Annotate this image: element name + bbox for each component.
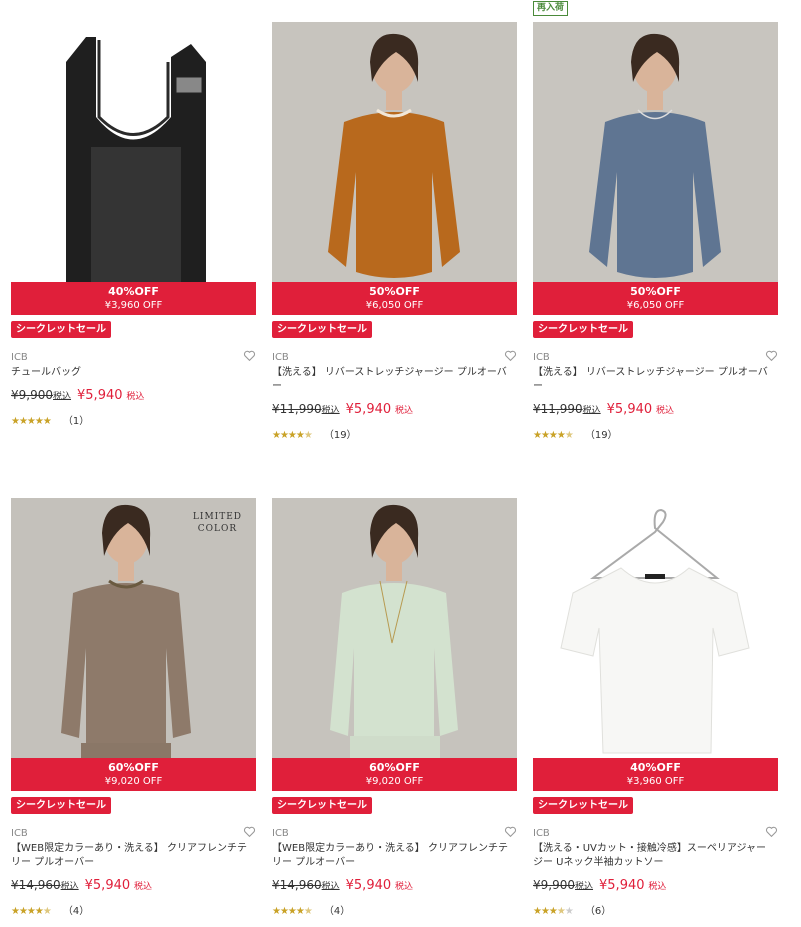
restock-badge: 再入荷 xyxy=(533,1,569,16)
rating: ★★★★★ （6） xyxy=(533,902,611,917)
review-count: （4） xyxy=(62,906,90,917)
brand-name[interactable]: ICB xyxy=(272,828,289,839)
product-image[interactable]: 40%OFF ¥3,960 OFF xyxy=(533,498,778,791)
sale-price: ¥5,940 xyxy=(345,402,392,417)
product-name[interactable]: 【WEB限定カラーあり・洗える】 クリアフレンチテリー プルオーバー xyxy=(272,842,512,870)
discount-percent: 60%OFF xyxy=(108,761,159,774)
discount-banner: 60%OFF ¥9,020 OFF xyxy=(11,758,256,791)
secret-sale-badge: シークレットセール xyxy=(272,321,372,338)
original-price: ¥14,960税込 xyxy=(272,878,340,892)
discount-amount: ¥9,020 OFF xyxy=(104,776,163,787)
review-count: （1） xyxy=(62,416,90,427)
price-row: ¥14,960税込 ¥5,940 税込 xyxy=(272,878,413,893)
product-card[interactable]: LIMITED COLOR 60%OFF ¥9,020 OFF シークレットセー… xyxy=(11,498,256,917)
star-rating-icon: ★★★★★ xyxy=(11,906,52,917)
secret-sale-badge: シークレットセール xyxy=(533,321,633,338)
discount-banner: 40%OFF ¥3,960 OFF xyxy=(11,282,256,315)
rating: ★★★★★ （1） xyxy=(11,412,89,427)
brand-name[interactable]: ICB xyxy=(11,828,28,839)
discount-amount: ¥3,960 OFF xyxy=(104,300,163,311)
product-image[interactable]: LIMITED COLOR 60%OFF ¥9,020 OFF xyxy=(11,498,256,791)
limited-color-label: LIMITED COLOR xyxy=(192,512,242,534)
sale-price: ¥5,940 xyxy=(606,402,653,417)
heart-icon[interactable] xyxy=(243,825,256,838)
review-count: （6） xyxy=(584,906,612,917)
star-rating-icon: ★★★★★ xyxy=(272,906,313,917)
discount-percent: 40%OFF xyxy=(108,285,159,298)
review-count: （19） xyxy=(323,430,357,441)
price-row: ¥11,990税込 ¥5,940 税込 xyxy=(272,402,413,417)
secret-sale-badge: シークレットセール xyxy=(533,797,633,814)
price-row: ¥11,990税込 ¥5,940 税込 xyxy=(533,402,674,417)
secret-sale-badge: シークレットセール xyxy=(11,321,111,338)
product-name[interactable]: 【洗える・UVカット・接触冷感】スーペリアジャージー Uネック半袖カットソー xyxy=(533,842,773,870)
product-card[interactable]: 50%OFF ¥6,050 OFF シークレットセール ICB 【洗える】 リバ… xyxy=(272,22,517,441)
heart-icon[interactable] xyxy=(504,349,517,362)
brand-name[interactable]: ICB xyxy=(533,828,550,839)
discount-banner: 50%OFF ¥6,050 OFF xyxy=(272,282,517,315)
product-name[interactable]: 【洗える】 リバーストレッチジャージー プルオーバー xyxy=(533,366,773,394)
secret-sale-badge: シークレットセール xyxy=(11,797,111,814)
discount-banner: 60%OFF ¥9,020 OFF xyxy=(272,758,517,791)
product-card[interactable]: 50%OFF ¥6,050 OFF シークレットセール ICB 【洗える】 リバ… xyxy=(533,22,778,441)
product-image[interactable]: 60%OFF ¥9,020 OFF xyxy=(272,498,517,791)
original-price: ¥14,960税込 xyxy=(11,878,79,892)
star-rating-icon: ★★★★★ xyxy=(11,416,52,427)
heart-icon[interactable] xyxy=(765,349,778,362)
tax-label: 税込 xyxy=(133,882,152,892)
discount-amount: ¥3,960 OFF xyxy=(626,776,685,787)
discount-percent: 60%OFF xyxy=(369,761,420,774)
product-image[interactable]: 50%OFF ¥6,050 OFF xyxy=(533,22,778,315)
rating: ★★★★★ （19） xyxy=(272,426,357,441)
heart-icon[interactable] xyxy=(504,825,517,838)
sale-price: ¥5,940 xyxy=(77,388,123,403)
original-price: ¥9,900税込 xyxy=(533,878,594,892)
discount-banner: 40%OFF ¥3,960 OFF xyxy=(533,758,778,791)
price-row: ¥9,900税込 ¥5,940 税込 xyxy=(533,878,666,893)
product-name[interactable]: チュールバッグ xyxy=(11,366,251,380)
rating: ★★★★★ （4） xyxy=(272,902,350,917)
brand-name[interactable]: ICB xyxy=(11,352,28,363)
discount-percent: 50%OFF xyxy=(369,285,420,298)
price-row: ¥14,960税込 ¥5,940 税込 xyxy=(11,878,152,893)
review-count: （19） xyxy=(584,430,618,441)
sale-price: ¥5,940 xyxy=(599,878,645,893)
heart-icon[interactable] xyxy=(765,825,778,838)
rating: ★★★★★ （19） xyxy=(533,426,618,441)
product-image[interactable]: 50%OFF ¥6,050 OFF xyxy=(272,22,517,315)
discount-banner: 50%OFF ¥6,050 OFF xyxy=(533,282,778,315)
discount-percent: 40%OFF xyxy=(630,761,681,774)
product-card[interactable]: 40%OFF ¥3,960 OFF シークレットセール ICB 【洗える・UVカ… xyxy=(533,498,778,917)
price-row: ¥9,900税込 ¥5,940 税込 xyxy=(11,388,144,403)
sale-price: ¥5,940 xyxy=(345,878,392,893)
product-name[interactable]: 【WEB限定カラーあり・洗える】 クリアフレンチテリー プルオーバー xyxy=(11,842,251,870)
brand-name[interactable]: ICB xyxy=(272,352,289,363)
secret-sale-badge: シークレットセール xyxy=(272,797,372,814)
brand-name[interactable]: ICB xyxy=(533,352,550,363)
product-name[interactable]: 【洗える】 リバーストレッチジャージー プルオーバー xyxy=(272,366,512,394)
star-rating-icon: ★★★★★ xyxy=(533,906,574,917)
original-price: ¥11,990税込 xyxy=(272,402,340,416)
product-card[interactable]: 40%OFF ¥3,960 OFF シークレットセール ICB チュールバッグ … xyxy=(11,22,256,427)
discount-amount: ¥9,020 OFF xyxy=(365,776,424,787)
product-card[interactable]: 60%OFF ¥9,020 OFF シークレットセール ICB 【WEB限定カラ… xyxy=(272,498,517,917)
tax-label: 税込 xyxy=(655,406,674,416)
rating: ★★★★★ （4） xyxy=(11,902,89,917)
heart-icon[interactable] xyxy=(243,349,256,362)
star-rating-icon: ★★★★★ xyxy=(272,430,313,441)
tax-label: 税込 xyxy=(394,882,413,892)
original-price: ¥9,900税込 xyxy=(11,388,72,402)
tax-label: 税込 xyxy=(648,882,667,892)
discount-amount: ¥6,050 OFF xyxy=(626,300,685,311)
tax-label: 税込 xyxy=(394,406,413,416)
review-count: （4） xyxy=(323,906,351,917)
tax-label: 税込 xyxy=(126,392,145,402)
original-price: ¥11,990税込 xyxy=(533,402,601,416)
star-rating-icon: ★★★★★ xyxy=(533,430,574,441)
product-image[interactable]: 40%OFF ¥3,960 OFF xyxy=(11,22,256,315)
discount-amount: ¥6,050 OFF xyxy=(365,300,424,311)
sale-price: ¥5,940 xyxy=(84,878,131,893)
discount-percent: 50%OFF xyxy=(630,285,681,298)
